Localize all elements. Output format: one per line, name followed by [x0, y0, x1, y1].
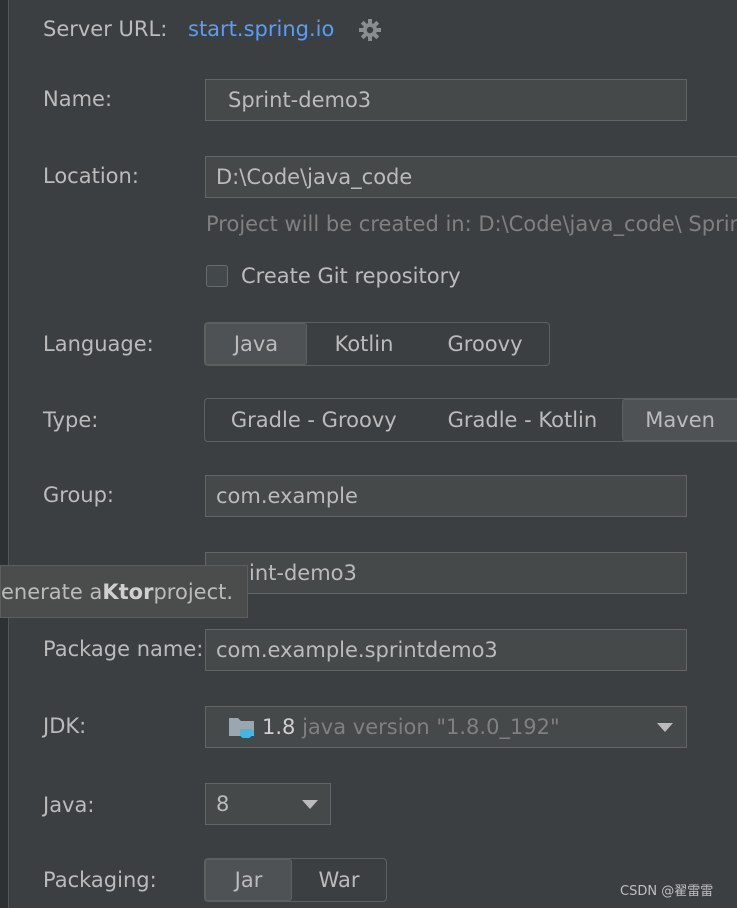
server-url-link[interactable]: start.spring.io	[188, 17, 334, 41]
type-option-gradle-groovy[interactable]: Gradle - Groovy	[205, 399, 423, 441]
name-label: Name:	[43, 87, 113, 111]
chevron-down-icon[interactable]	[657, 723, 673, 732]
jdk-dropdown[interactable]: 1.8 java version "1.8.0_192"	[205, 706, 687, 748]
type-option-maven[interactable]: Maven	[622, 399, 737, 441]
type-label: Type:	[43, 408, 99, 432]
artifact-field[interactable]: int-demo3	[205, 552, 687, 594]
location-field[interactable]: D:\Code\java_code	[205, 156, 737, 198]
language-label: Language:	[43, 332, 154, 356]
location-label: Location:	[43, 164, 139, 188]
language-option-java[interactable]: Java	[205, 323, 307, 365]
folder-icon	[229, 718, 255, 738]
package-name-label: Package name:	[43, 637, 204, 661]
location-hint: Project will be created in: D:\Code\java…	[206, 212, 737, 236]
tooltip: enerate a Ktor project.	[0, 565, 248, 618]
chevron-down-icon[interactable]	[302, 800, 318, 809]
group-label: Group:	[43, 483, 115, 507]
tooltip-text-prefix: enerate a	[1, 579, 103, 604]
gear-icon[interactable]	[358, 18, 382, 42]
language-option-kotlin[interactable]: Kotlin	[307, 323, 421, 365]
packaging-option-war[interactable]: War	[292, 859, 386, 901]
group-field[interactable]: com.example	[205, 475, 687, 517]
type-segmented-control: Gradle - Groovy Gradle - Kotlin Maven	[204, 398, 737, 442]
tooltip-text-suffix: project.	[153, 579, 234, 604]
packaging-segmented-control: Jar War	[204, 858, 387, 902]
packaging-label: Packaging:	[43, 868, 157, 892]
tooltip-text-bold: Ktor	[102, 579, 154, 604]
watermark: CSDN @翟雷雷	[620, 884, 714, 899]
jdk-detail: java version "1.8.0_192"	[302, 715, 560, 739]
type-option-gradle-kotlin[interactable]: Gradle - Kotlin	[423, 399, 623, 441]
git-checkbox[interactable]	[206, 265, 228, 287]
name-field[interactable]: Sprint-demo3	[205, 79, 687, 121]
git-checkbox-label[interactable]: Create Git repository	[241, 264, 461, 288]
server-url-label: Server URL:	[43, 17, 168, 41]
packaging-option-jar[interactable]: Jar	[205, 859, 292, 901]
jdk-label: JDK:	[43, 714, 87, 738]
java-label: Java:	[43, 793, 95, 817]
language-segmented-control: Java Kotlin Groovy	[204, 322, 550, 366]
left-panel-edge	[0, 0, 9, 908]
package-name-field[interactable]: com.example.sprintdemo3	[205, 629, 687, 671]
jdk-version: 1.8	[262, 715, 296, 739]
language-option-groovy[interactable]: Groovy	[421, 323, 549, 365]
